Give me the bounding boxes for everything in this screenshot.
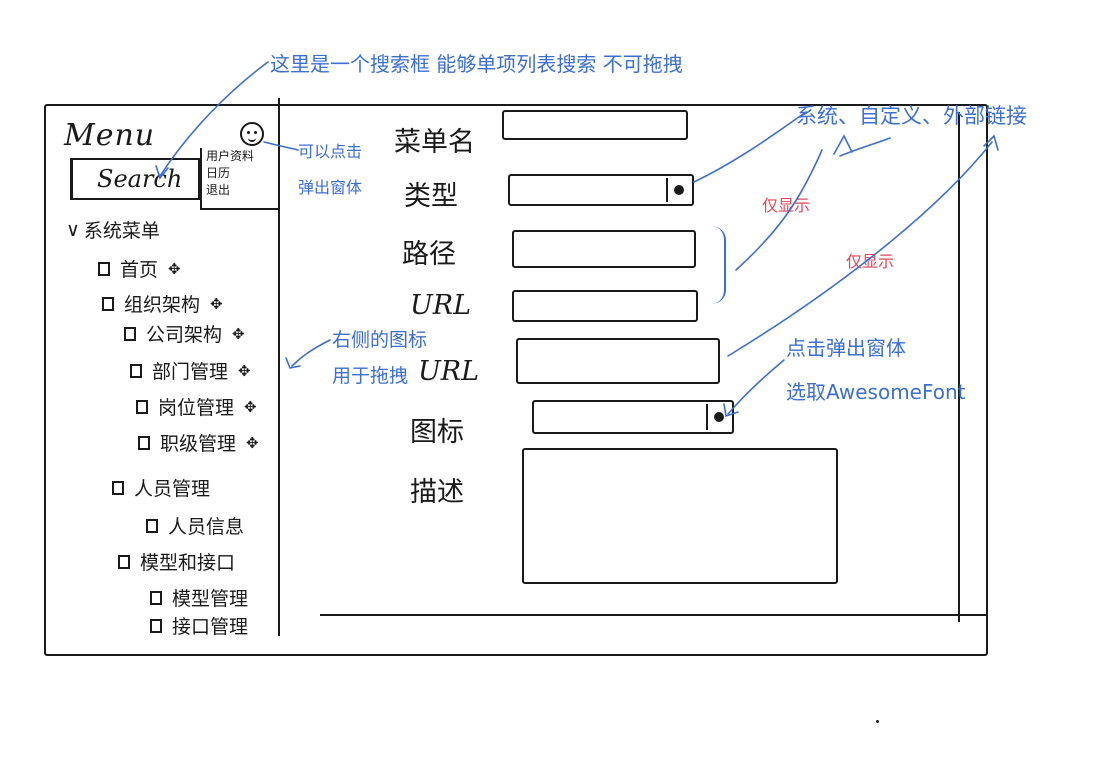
annotation-arrows [155,61,999,418]
path-arrow-head [833,134,853,155]
drag-arrow [291,339,331,367]
pen-mark [876,720,879,723]
popup-arrow [263,141,299,151]
url-arrow [727,141,993,357]
custom-arrow [839,137,891,157]
icon-arrow [727,359,785,415]
drag-arrow-head [285,357,301,369]
path-arrow [735,149,823,271]
type-arrow [693,111,807,183]
search-arrow [159,61,269,177]
